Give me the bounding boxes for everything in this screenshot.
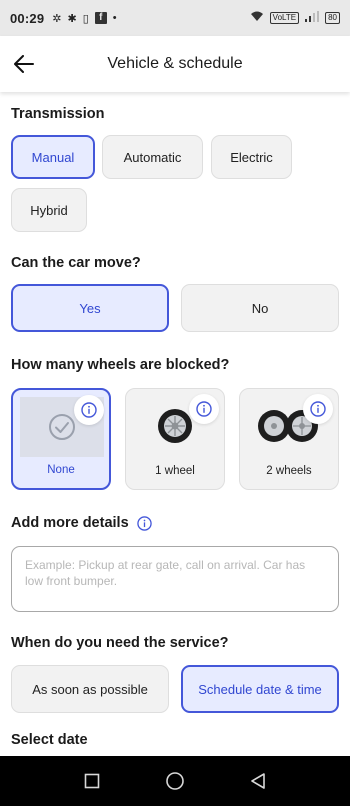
wheels-two-label: 2 wheels <box>266 465 312 477</box>
circle-icon <box>166 772 184 790</box>
car-move-title: Can the car move? <box>11 255 141 271</box>
main-content: Transmission Manual Automatic Electric H… <box>0 92 350 756</box>
details-title: Add more details <box>11 515 129 531</box>
tire-icon <box>158 409 192 443</box>
transmission-option-electric[interactable]: Electric <box>211 135 292 179</box>
info-icon <box>81 402 97 418</box>
app-header: Vehicle & schedule <box>0 36 350 92</box>
wheels-option-none[interactable]: None <box>11 388 111 490</box>
info-icon[interactable] <box>136 515 152 531</box>
wheels-title: How many wheels are blocked? <box>11 357 230 373</box>
system-back-button[interactable] <box>238 761 278 801</box>
transmission-option-manual[interactable]: Manual <box>11 135 95 179</box>
status-right-icons: VoLTE 80 <box>250 11 340 25</box>
info-icon <box>196 401 212 417</box>
wifi-icon <box>250 11 264 25</box>
details-title-row: Add more details <box>11 515 152 531</box>
select-date-title: Select date <box>11 732 88 748</box>
transmission-title: Transmission <box>11 106 105 122</box>
wheels-two-info-button[interactable] <box>303 394 333 424</box>
car-move-option-yes[interactable]: Yes <box>11 284 169 332</box>
vibrate-icon: ▯ <box>82 12 89 25</box>
signal-icon <box>305 11 320 25</box>
wheels-option-2-wheels[interactable]: 2 wheels <box>239 388 339 490</box>
wheels-none-info-button[interactable] <box>74 395 104 425</box>
status-bar: 00:29 ✲ ✱ ▯ f • VoLTE 80 <box>0 0 350 36</box>
details-input[interactable] <box>11 546 339 612</box>
square-icon <box>84 773 99 789</box>
status-left-icons: ✲ ✱ ▯ f • <box>52 12 117 25</box>
volte-badge: VoLTE <box>269 12 300 24</box>
dot-icon: • <box>112 12 117 24</box>
triangle-back-icon <box>251 773 266 789</box>
transmission-option-hybrid[interactable]: Hybrid <box>11 188 87 232</box>
battery-icon: 80 <box>325 12 340 24</box>
service-option-asap[interactable]: As soon as possible <box>11 665 169 713</box>
system-nav-bar <box>0 756 350 806</box>
service-time-title: When do you need the service? <box>11 635 229 651</box>
facebook-icon: f <box>94 12 107 24</box>
wheels-option-1-wheel[interactable]: 1 wheel <box>125 388 225 490</box>
back-button[interactable] <box>2 42 46 86</box>
home-button[interactable] <box>155 761 195 801</box>
gear-icon: ✲ <box>52 12 62 25</box>
status-time: 00:29 <box>10 10 45 26</box>
arrow-left-icon <box>14 55 34 73</box>
transmission-option-automatic[interactable]: Automatic <box>102 135 203 179</box>
bluetooth-icon: ✱ <box>67 12 77 25</box>
info-icon <box>310 401 326 417</box>
service-option-schedule[interactable]: Schedule date & time <box>181 665 339 713</box>
page-title: Vehicle & schedule <box>107 55 243 72</box>
wheels-one-label: 1 wheel <box>155 465 195 477</box>
recents-button[interactable] <box>72 761 112 801</box>
car-move-option-no[interactable]: No <box>181 284 339 332</box>
wheels-none-label: None <box>47 464 75 476</box>
wheels-one-info-button[interactable] <box>189 394 219 424</box>
check-circle-icon <box>49 414 75 440</box>
